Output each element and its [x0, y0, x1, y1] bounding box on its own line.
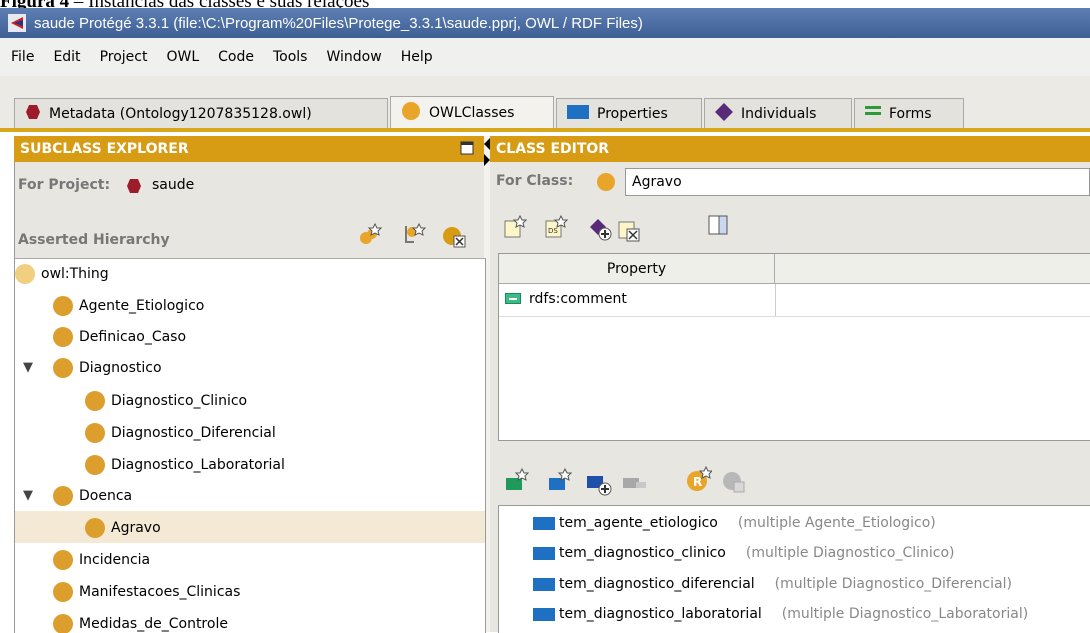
menu-project[interactable]: Project — [100, 49, 148, 65]
menu-edit[interactable]: Edit — [53, 49, 80, 65]
tree-node-doenca[interactable]: Doenca — [53, 484, 132, 508]
tree-node-medidas-de-controle[interactable]: Medidas_de_Controle — [53, 612, 228, 633]
delete-restriction-icon-disabled[interactable] — [722, 470, 746, 494]
view-layout-icon[interactable] — [708, 215, 732, 239]
annotation-name: rdfs:comment — [529, 291, 627, 307]
class-circle-icon — [53, 582, 73, 602]
template-properties-list: tem_agente_etiologico (multiple Agente_Et… — [498, 505, 1090, 633]
tree-node-diagnostico[interactable]: Diagnostico — [53, 356, 162, 380]
tree-node-definicao-caso[interactable]: Definicao_Caso — [53, 325, 186, 349]
class-circle-icon — [53, 486, 73, 506]
class-circle-icon — [53, 296, 73, 316]
diamond-icon — [25, 104, 41, 124]
project-value: saude — [152, 177, 195, 193]
class-circle-icon — [85, 518, 105, 538]
hierarchy-label: Asserted Hierarchy — [18, 232, 170, 248]
tab-individuals[interactable]: Individuals — [704, 98, 852, 128]
menu-help[interactable]: Help — [401, 49, 433, 65]
delete-annotation-icon[interactable] — [617, 218, 641, 242]
create-subclass-icon[interactable] — [358, 222, 383, 246]
window-title: saude Protégé 3.3.1 (file:\C:\Program%20… — [34, 14, 643, 32]
annotations-table: Property rdfs:comment — [498, 253, 1090, 441]
create-annotation-icon[interactable] — [503, 214, 528, 239]
menu-bar: File Edit Project OWL Code Tools Window … — [0, 38, 1090, 77]
add-property-icon[interactable] — [586, 472, 612, 496]
tree-node-agente-etiologico[interactable]: Agente_Etiologico — [53, 294, 204, 318]
class-circle-icon — [596, 172, 616, 196]
expand-triangle-icon[interactable]: ▼ — [23, 360, 33, 375]
column-separator — [775, 284, 776, 316]
protege-app-icon — [8, 14, 26, 32]
menu-code[interactable]: Code — [218, 49, 254, 65]
class-circle-icon — [85, 423, 105, 443]
datatype-property-icon — [533, 577, 555, 591]
individual-diamond-icon — [715, 102, 733, 125]
project-label: For Project: — [18, 177, 111, 193]
forms-icon — [865, 105, 881, 122]
class-hierarchy-tree: owl:Thing Agente_Etiologico Definicao_Ca… — [14, 258, 486, 633]
datatype-property-icon — [533, 546, 555, 560]
class-circle-icon — [53, 327, 73, 347]
class-circle-icon — [15, 264, 35, 284]
window-titlebar: saude Protégé 3.3.1 (file:\C:\Program%20… — [0, 8, 1090, 38]
list-item[interactable]: tem_diagnostico_diferencial (multiple Dia… — [533, 572, 1012, 596]
tree-node-incidencia[interactable]: Incidencia — [53, 548, 150, 572]
column-header-value[interactable] — [775, 254, 1090, 284]
subclass-explorer-header: SUBCLASS EXPLORER — [14, 136, 484, 162]
maximize-icon[interactable] — [460, 141, 474, 159]
expand-triangle-icon[interactable]: ▼ — [23, 488, 33, 503]
class-circle-icon — [53, 358, 73, 378]
tree-node-manifestacoes-clinicas[interactable]: Manifestacoes_Clinicas — [53, 580, 240, 604]
create-object-property-icon[interactable] — [505, 467, 530, 492]
tree-node-agravo[interactable]: Agravo — [85, 516, 161, 540]
list-item[interactable]: tem_agente_etiologico (multiple Agente_Et… — [533, 511, 936, 535]
tree-node-diagnostico-clinico[interactable]: Diagnostico_Clinico — [85, 389, 247, 413]
remove-property-icon[interactable] — [622, 474, 646, 498]
create-sibling-class-icon[interactable] — [402, 222, 427, 246]
tab-properties[interactable]: Properties — [556, 98, 702, 128]
datatype-property-icon — [533, 607, 555, 621]
menu-tools[interactable]: Tools — [273, 49, 308, 65]
datatype-property-icon — [533, 516, 555, 530]
tree-node-diagnostico-laboratorial[interactable]: Diagnostico_Laboratorial — [85, 453, 285, 477]
tree-node-diagnostico-diferencial[interactable]: Diagnostico_Diferencial — [85, 421, 276, 445]
tab-forms[interactable]: Forms — [854, 98, 964, 128]
svg-text:R: R — [693, 475, 702, 489]
list-item[interactable]: tem_diagnostico_laboratorial (multiple Di… — [533, 602, 1028, 626]
menu-file[interactable]: File — [11, 49, 34, 65]
tab-metadata[interactable]: Metadata (Ontology1207835128.owl) — [14, 98, 388, 128]
list-item[interactable]: tem_diagnostico_clinico (multiple Diagnos… — [533, 541, 955, 565]
column-header-property[interactable]: Property — [499, 254, 775, 284]
class-label: For Class: — [496, 173, 574, 189]
class-circle-icon — [53, 550, 73, 570]
class-circle-icon — [53, 614, 73, 633]
tree-node-owl-thing[interactable]: owl:Thing — [15, 262, 109, 286]
class-circle-icon — [85, 391, 105, 411]
create-restriction-icon[interactable]: R — [686, 465, 714, 491]
svg-text:DS: DS — [548, 227, 558, 235]
class-circle-icon — [401, 101, 421, 125]
menu-owl[interactable]: OWL — [166, 49, 199, 65]
tab-underline — [0, 128, 1090, 132]
class-editor-header: CLASS EDITOR — [490, 136, 1090, 162]
project-icon — [126, 178, 142, 198]
class-circle-icon — [85, 455, 105, 475]
create-datatype-annotation-icon[interactable]: DS — [544, 214, 569, 239]
tab-owlclasses[interactable]: OWLClasses — [390, 96, 554, 128]
annotation-property-icon — [505, 293, 521, 304]
add-individual-icon[interactable] — [588, 217, 612, 241]
property-rect-icon — [567, 104, 589, 123]
table-row[interactable]: rdfs:comment — [499, 284, 1090, 317]
menu-window[interactable]: Window — [326, 49, 381, 65]
class-name-field[interactable]: Agravo — [625, 168, 1090, 196]
delete-class-icon[interactable] — [442, 224, 466, 248]
create-datatype-property-icon[interactable] — [548, 467, 573, 492]
